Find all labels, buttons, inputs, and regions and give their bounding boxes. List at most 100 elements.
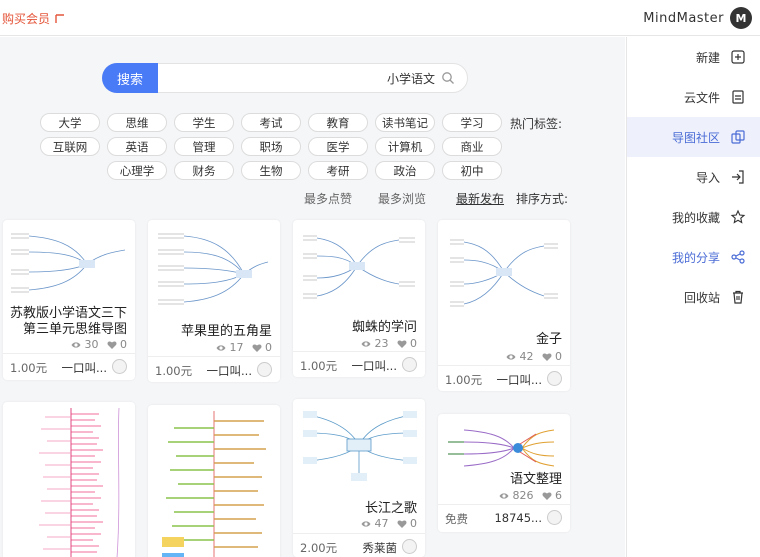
view-count: 30 [71, 338, 99, 351]
mindmap-card[interactable]: 苹果里的五角星 17 0 一口叫... 1.00元 [148, 220, 280, 382]
avatar [402, 357, 417, 372]
author-name[interactable]: 一口叫... [207, 363, 252, 379]
buy-vip-button[interactable]: 购买会员 [2, 10, 66, 27]
author-name[interactable]: 秀莱菌 [363, 540, 398, 556]
card-title: 苏教版小学语文三下第三单元思维导图 [9, 306, 127, 337]
card-stats: 30 0 [71, 338, 127, 351]
tag[interactable]: 政治 [375, 161, 435, 180]
tag[interactable]: 互联网 [40, 137, 100, 156]
sidebar-item-label: 新建 [695, 50, 720, 65]
tag[interactable]: 考试 [241, 113, 301, 132]
search-button[interactable]: 搜索 [102, 63, 158, 93]
tag[interactable]: 教育 [308, 113, 368, 132]
tag[interactable]: 医学 [308, 137, 368, 156]
mindmap-card[interactable] [148, 405, 280, 557]
tag[interactable]: 考研 [308, 161, 368, 180]
likes-value: 0 [410, 517, 417, 530]
mindmap-thumbnail [303, 411, 417, 481]
price: 2.00元 [300, 541, 338, 555]
card-stats: 23 0 [361, 337, 417, 350]
view-count: 17 [216, 341, 244, 354]
app-logo: M [730, 7, 752, 29]
sidebar-item-label: 回收站 [683, 290, 720, 305]
view-count: 23 [361, 337, 389, 350]
heart-icon [396, 520, 407, 528]
sidebar-item-favorites[interactable]: 我的收藏 [627, 197, 760, 237]
card-stats: 42 0 [506, 350, 562, 363]
mindmap-thumbnail [39, 408, 120, 557]
eye-icon [216, 345, 226, 351]
eye-icon [71, 342, 81, 348]
author-name[interactable]: 一口叫... [62, 360, 107, 376]
card-title: 语文整理 [509, 472, 562, 487]
like-count: 0 [396, 337, 417, 350]
view-count: 826 [499, 489, 534, 502]
price: 1.00元 [445, 373, 483, 387]
hot-tags-label: 热门标签: [510, 117, 563, 131]
eye-icon [499, 493, 509, 499]
tag[interactable]: 心理学 [107, 161, 167, 180]
tag[interactable]: 思维 [107, 113, 167, 132]
author-name[interactable]: 一口叫... [497, 372, 542, 388]
tag[interactable]: 生物 [241, 161, 301, 180]
tag[interactable]: 商业 [442, 137, 502, 156]
views-value: 23 [374, 337, 389, 350]
sort-label: 排序方式: [516, 192, 569, 206]
like-count: 6 [541, 489, 562, 502]
vip-icon [55, 13, 65, 23]
avatar [547, 510, 562, 525]
tag[interactable]: 大学 [40, 113, 100, 132]
tag[interactable]: 学习 [442, 113, 502, 132]
like-count: 0 [106, 338, 127, 351]
views-value: 826 [512, 489, 534, 502]
mindmap-thumbnail [448, 429, 555, 467]
import-icon [732, 170, 744, 184]
price: 1.00元 [10, 361, 48, 375]
tag[interactable]: 管理 [174, 137, 234, 156]
community-main: 搜索 热门标签: 大学 思维 学生 考试 教育 读书笔记 学习 互联网 英语 管… [0, 37, 625, 557]
card-footer: 秀莱菌 2.00元 [293, 533, 425, 557]
tag[interactable]: 学生 [174, 113, 234, 132]
sidebar-item-community[interactable]: 导图社区 [627, 117, 760, 157]
view-count: 47 [361, 517, 389, 530]
sidebar-item-cloud-files[interactable]: 云文件 [627, 77, 760, 117]
card-title: 蜘蛛的学问 [351, 320, 417, 335]
tag[interactable]: 读书笔记 [375, 113, 435, 132]
share-icon [731, 250, 745, 264]
author-name[interactable]: 18745... [494, 511, 542, 525]
view-count: 42 [506, 350, 534, 363]
search-bar: 搜索 [102, 63, 468, 93]
heart-icon [396, 340, 407, 348]
likes-value: 0 [265, 341, 272, 354]
tag[interactable]: 财务 [174, 161, 234, 180]
sidebar-item-shares[interactable]: 我的分享 [627, 237, 760, 277]
author-name[interactable]: 一口叫... [352, 358, 397, 374]
sort-option-most-viewed[interactable]: 最多浏览 [378, 190, 426, 207]
sort-option-newest[interactable]: 最新发布 [456, 190, 504, 207]
mindmap-card[interactable]: 蜘蛛的学问 23 0 一口叫... 1.00元 [293, 220, 425, 377]
card-footer: 一口叫... 1.00元 [438, 365, 570, 391]
heart-icon [251, 344, 262, 352]
likes-value: 6 [555, 489, 562, 502]
search-input[interactable] [163, 67, 435, 89]
likes-value: 0 [120, 338, 127, 351]
views-value: 30 [84, 338, 99, 351]
hot-tags: 大学 思维 学生 考试 教育 读书笔记 学习 互联网 英语 管理 职场 医学 计… [40, 113, 506, 180]
sidebar-item-import[interactable]: 导入 [627, 157, 760, 197]
mindmap-card[interactable]: 苏教版小学语文三下第三单元思维导图 30 0 一口叫... 1.00元 [3, 220, 135, 380]
sidebar-item-trash[interactable]: 回收站 [627, 277, 760, 317]
vip-label: 购买会员 [2, 12, 51, 26]
tag[interactable]: 计算机 [375, 137, 435, 156]
price: 免费 [445, 512, 468, 526]
mindmap-card[interactable]: 长江之歌 47 0 秀莱菌 2.00元 [293, 399, 425, 557]
tag[interactable]: 初中 [442, 161, 502, 180]
mindmap-card[interactable]: 语文整理 826 6 18745... 免费 [438, 414, 570, 532]
tag[interactable]: 职场 [241, 137, 301, 156]
sidebar-item-new[interactable]: 新建 [627, 37, 760, 77]
tag[interactable]: 英语 [107, 137, 167, 156]
sort-option-most-liked[interactable]: 最多点赞 [304, 190, 352, 207]
mindmap-card[interactable] [3, 402, 135, 557]
mindmap-card[interactable]: 金子 42 0 一口叫... 1.00元 [438, 220, 570, 391]
copy-icon [731, 130, 745, 144]
sidebar-item-label: 云文件 [683, 90, 720, 105]
